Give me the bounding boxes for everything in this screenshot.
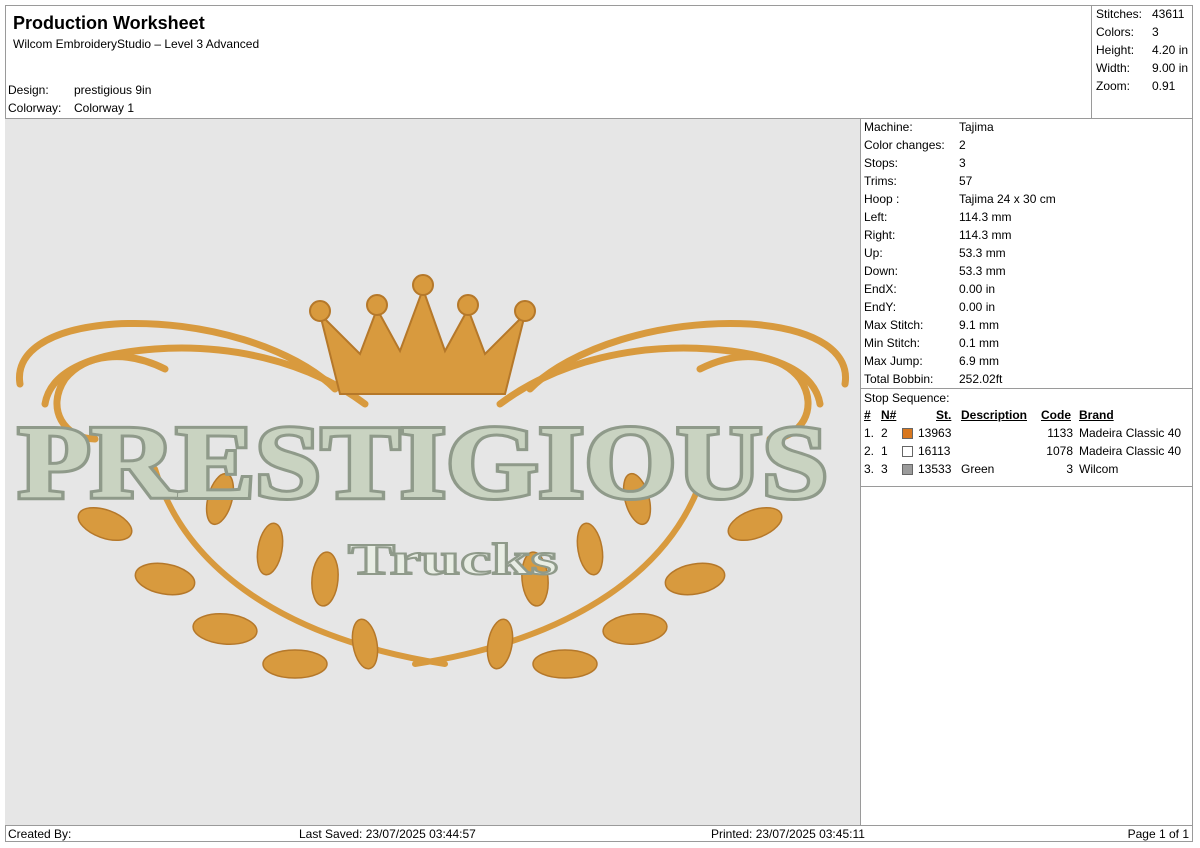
printed-date: Printed: 23/07/2025 03:45:11 xyxy=(711,827,865,841)
color-swatch xyxy=(902,446,913,457)
endx-row: EndX: 0.00 in xyxy=(864,282,996,296)
machine-info-panel: Machine: Tajima Color changes: 2 Stops: 3 T… xyxy=(861,119,1193,389)
stat-height: Height: 4.20 in xyxy=(1096,43,1189,57)
stat-width: Width: 9.00 in xyxy=(1096,61,1189,75)
trims-row: Trims: 57 xyxy=(864,174,973,188)
up-row: Up: 53.3 mm xyxy=(864,246,1006,260)
design-label: Design: xyxy=(8,83,49,97)
design-preview-canvas: PRESTIGIOUS Trucks xyxy=(5,119,861,825)
color-swatch xyxy=(902,464,913,475)
page-number: Page 1 of 1 xyxy=(1127,827,1189,841)
col-num-header: # xyxy=(864,408,871,422)
table-row: 3. 3 13533 Green 3 Wilcom xyxy=(864,462,1119,476)
colorway-label: Colorway: xyxy=(8,101,62,115)
col-brand-header: Brand xyxy=(1079,408,1114,422)
worksheet-header: Production Worksheet Wilcom EmbroiderySt… xyxy=(5,5,1092,119)
design-stats-panel: Stitches: 43611 Colors: 3 Height: 4.20 in W… xyxy=(1092,5,1193,119)
machine-row: Machine: Tajima xyxy=(864,120,994,134)
max-jump-row: Max Jump: 6.9 mm xyxy=(864,354,1000,368)
embroidery-design-image: PRESTIGIOUS Trucks xyxy=(15,274,850,679)
stop-sequence-header: # N# St. Description Code Brand xyxy=(864,408,1192,424)
created-by: Created By: xyxy=(8,827,72,841)
table-row: 1. 2 13963 1133 Madeira Classic 40 xyxy=(864,426,1182,440)
table-row: 2. 1 16113 1078 Madeira Classic 40 xyxy=(864,444,1182,458)
right-row: Right: 114.3 mm xyxy=(864,228,1012,242)
stop-sequence-label: Stop Sequence: xyxy=(864,391,950,405)
col-code-header: Code xyxy=(1041,408,1071,422)
endy-row: EndY: 0.00 in xyxy=(864,300,996,314)
colorway-value: Colorway 1 xyxy=(74,101,135,115)
col-st-header: St. xyxy=(936,408,952,422)
colorway-row: Colorway: Colorway 1 xyxy=(8,101,134,115)
stops-row: Stops: 3 xyxy=(864,156,966,170)
design-value: prestigious 9in xyxy=(74,83,152,97)
stat-colors: Colors: 3 xyxy=(1096,25,1159,39)
left-row: Left: 114.3 mm xyxy=(864,210,1012,224)
stat-stitches: Stitches: 43611 xyxy=(1096,7,1185,21)
page-title: Production Worksheet xyxy=(13,13,205,33)
design-sub-text: Trucks xyxy=(348,535,558,584)
min-stitch-row: Min Stitch: 0.1 mm xyxy=(864,336,1000,350)
crown-icon xyxy=(309,274,536,395)
color-changes-row: Color changes: 2 xyxy=(864,138,966,152)
design-row: Design: prestigious 9in xyxy=(8,83,151,97)
col-description-header: Description xyxy=(961,408,1028,422)
color-swatch xyxy=(902,428,913,439)
down-row: Down: 53.3 mm xyxy=(864,264,1006,278)
app-subtitle: Wilcom EmbroideryStudio – Level 3 Advanc… xyxy=(13,37,260,51)
worksheet-footer: Created By: Last Saved: 23/07/2025 03:44… xyxy=(5,825,1193,842)
total-bobbin-row: Total Bobbin: 252.02ft xyxy=(864,372,1003,386)
design-main-text: PRESTIGIOUS xyxy=(18,405,828,520)
stop-sequence-panel: Stop Sequence: # N# St. Description Code… xyxy=(861,389,1193,487)
col-n-header: N# xyxy=(881,408,897,422)
last-saved: Last Saved: 23/07/2025 03:44:57 xyxy=(299,827,476,841)
hoop-row: Hoop : Tajima 24 x 30 cm xyxy=(864,192,1056,206)
stat-zoom: Zoom: 0.91 xyxy=(1096,79,1176,93)
max-stitch-row: Max Stitch: 9.1 mm xyxy=(864,318,1000,332)
